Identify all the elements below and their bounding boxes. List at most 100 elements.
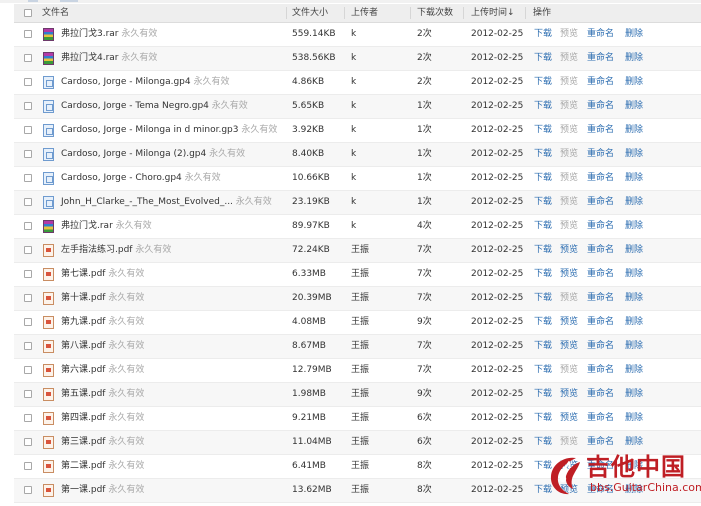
uploader[interactable]: k <box>351 119 356 142</box>
header-upload-time[interactable]: 上传时间↓ <box>471 4 515 22</box>
table-row[interactable]: 弗拉门戈3.rar 永久有效 559.14KB k 2次 2012-02-25 下载 预览重… <box>14 23 701 47</box>
table-row[interactable]: 弗拉门戈.rar 永久有效 89.97KB k 4次 2012-02-25 下载 预览 重命名… <box>14 215 701 239</box>
delete-link[interactable]: 删除 <box>625 287 643 310</box>
file-name[interactable]: Cardoso, Jorge - Milonga.gp4 <box>61 77 191 87</box>
header-size[interactable]: 文件大小 <box>292 4 328 22</box>
table-row[interactable]: Cardoso, Jorge - Milonga.gp4 永久有效 4.86KB k… <box>14 71 701 95</box>
table-row[interactable]: 第十课.pdf 永久有效 20.39MB 王振 7次 2012-02-25 下载 预览 重命名… <box>14 287 701 311</box>
row-checkbox[interactable] <box>24 366 32 374</box>
file-name[interactable]: Cardoso, Jorge - Milonga (2).gp4 <box>61 149 206 159</box>
download-link[interactable]: 下载 <box>534 47 552 70</box>
delete-link[interactable]: 删除 <box>625 71 643 94</box>
rename-link[interactable]: 重命名 <box>587 143 614 166</box>
preview-link[interactable]: 预览 <box>560 23 578 46</box>
rename-link[interactable]: 重命名 <box>587 71 614 94</box>
uploader[interactable]: k <box>351 23 356 46</box>
download-link[interactable]: 下载 <box>534 263 552 286</box>
row-checkbox[interactable] <box>24 54 32 62</box>
uploader[interactable]: 王振 <box>351 383 369 406</box>
file-name[interactable]: 弗拉门戈3.rar <box>61 29 119 39</box>
rename-link[interactable]: 重命名 <box>587 239 614 262</box>
row-checkbox[interactable] <box>24 390 32 398</box>
preview-link[interactable]: 预览 <box>560 407 578 430</box>
row-checkbox[interactable] <box>24 102 32 110</box>
row-checkbox[interactable] <box>24 150 32 158</box>
download-link[interactable]: 下载 <box>534 311 552 334</box>
table-row[interactable]: Cardoso, Jorge - Milonga (2).gp4 永久有效 8.4… <box>14 143 701 167</box>
file-name[interactable]: 第五课.pdf <box>61 389 105 399</box>
row-checkbox[interactable] <box>24 414 32 422</box>
download-link[interactable]: 下载 <box>534 191 552 214</box>
download-link[interactable]: 下载 <box>534 167 552 190</box>
table-row[interactable]: 第五课.pdf 永久有效 1.98MB 王振 9次 2012-02-25 下载 预览 重命名删… <box>14 383 701 407</box>
file-name[interactable]: 弗拉门戈.rar <box>61 221 113 231</box>
uploader[interactable]: k <box>351 215 356 238</box>
table-row[interactable]: Cardoso, Jorge - Milonga in d minor.gp3 … <box>14 119 701 143</box>
table-row[interactable]: 第六课.pdf 永久有效 12.79MB 王振 7次 2012-02-25 下载 预览 重命名… <box>14 359 701 383</box>
delete-link[interactable]: 删除 <box>625 215 643 238</box>
preview-link[interactable]: 预览 <box>560 71 578 94</box>
file-name[interactable]: 第三课.pdf <box>61 437 105 447</box>
preview-link[interactable]: 预览 <box>560 215 578 238</box>
uploader[interactable]: 王振 <box>351 287 369 310</box>
row-checkbox[interactable] <box>24 198 32 206</box>
uploader[interactable]: 王振 <box>351 431 369 454</box>
preview-link[interactable]: 预览 <box>560 47 578 70</box>
delete-link[interactable]: 删除 <box>625 143 643 166</box>
preview-link[interactable]: 预览 <box>560 287 578 310</box>
preview-link[interactable]: 预览 <box>560 263 578 286</box>
download-link[interactable]: 下载 <box>534 383 552 406</box>
header-name[interactable]: 文件名 <box>42 4 69 22</box>
preview-link[interactable]: 预览 <box>560 143 578 166</box>
table-row[interactable]: 第八课.pdf 永久有效 8.67MB 王振 7次 2012-02-25 下载 预览 重命名删… <box>14 335 701 359</box>
preview-link[interactable]: 预览 <box>560 239 578 262</box>
row-checkbox[interactable] <box>24 318 32 326</box>
rename-link[interactable]: 重命名 <box>587 263 614 286</box>
uploader[interactable]: 王振 <box>351 239 369 262</box>
file-name[interactable]: 第七课.pdf <box>61 269 105 279</box>
row-checkbox[interactable] <box>24 342 32 350</box>
uploader[interactable]: k <box>351 167 356 190</box>
row-checkbox[interactable] <box>24 30 32 38</box>
preview-link[interactable]: 预览 <box>560 95 578 118</box>
preview-link[interactable]: 预览 <box>560 383 578 406</box>
delete-link[interactable]: 删除 <box>625 431 643 454</box>
preview-link[interactable]: 预览 <box>560 335 578 358</box>
file-name[interactable]: 第一课.pdf <box>61 485 105 495</box>
row-checkbox[interactable] <box>24 246 32 254</box>
uploader[interactable]: 王振 <box>351 479 369 502</box>
file-name[interactable]: 左手指法练习.pdf <box>61 245 132 255</box>
table-row[interactable]: 弗拉门戈4.rar 永久有效 538.56KB k 2次 2012-02-25 下载 预览重… <box>14 47 701 71</box>
delete-link[interactable]: 删除 <box>625 47 643 70</box>
select-all-checkbox[interactable] <box>24 9 32 17</box>
table-row[interactable]: John_H_Clarke_-_The_Most_Evolved_... 永久有… <box>14 191 701 215</box>
file-name[interactable]: 第六课.pdf <box>61 365 105 375</box>
table-row[interactable]: 左手指法练习.pdf 永久有效 72.24KB 王振 7次 2012-02-25 下载 预览… <box>14 239 701 263</box>
preview-link[interactable]: 预览 <box>560 167 578 190</box>
preview-link[interactable]: 预览 <box>560 191 578 214</box>
rename-link[interactable]: 重命名 <box>587 287 614 310</box>
uploader[interactable]: k <box>351 143 356 166</box>
file-name[interactable]: 第九课.pdf <box>61 317 105 327</box>
row-checkbox[interactable] <box>24 126 32 134</box>
rename-link[interactable]: 重命名 <box>587 215 614 238</box>
row-checkbox[interactable] <box>24 486 32 494</box>
download-link[interactable]: 下载 <box>534 359 552 382</box>
download-link[interactable]: 下载 <box>534 287 552 310</box>
row-checkbox[interactable] <box>24 294 32 302</box>
delete-link[interactable]: 删除 <box>625 239 643 262</box>
uploader[interactable]: 王振 <box>351 335 369 358</box>
uploader[interactable]: 王振 <box>351 311 369 334</box>
rename-link[interactable]: 重命名 <box>587 431 614 454</box>
rename-link[interactable]: 重命名 <box>587 167 614 190</box>
delete-link[interactable]: 删除 <box>625 167 643 190</box>
table-row[interactable]: 第四课.pdf 永久有效 9.21MB 王振 6次 2012-02-25 下载 预览 重命名删… <box>14 407 701 431</box>
rename-link[interactable]: 重命名 <box>587 311 614 334</box>
download-link[interactable]: 下载 <box>534 143 552 166</box>
rename-link[interactable]: 重命名 <box>587 383 614 406</box>
rename-link[interactable]: 重命名 <box>587 47 614 70</box>
delete-link[interactable]: 删除 <box>625 23 643 46</box>
download-link[interactable]: 下载 <box>534 119 552 142</box>
delete-link[interactable]: 删除 <box>625 95 643 118</box>
download-link[interactable]: 下载 <box>534 215 552 238</box>
